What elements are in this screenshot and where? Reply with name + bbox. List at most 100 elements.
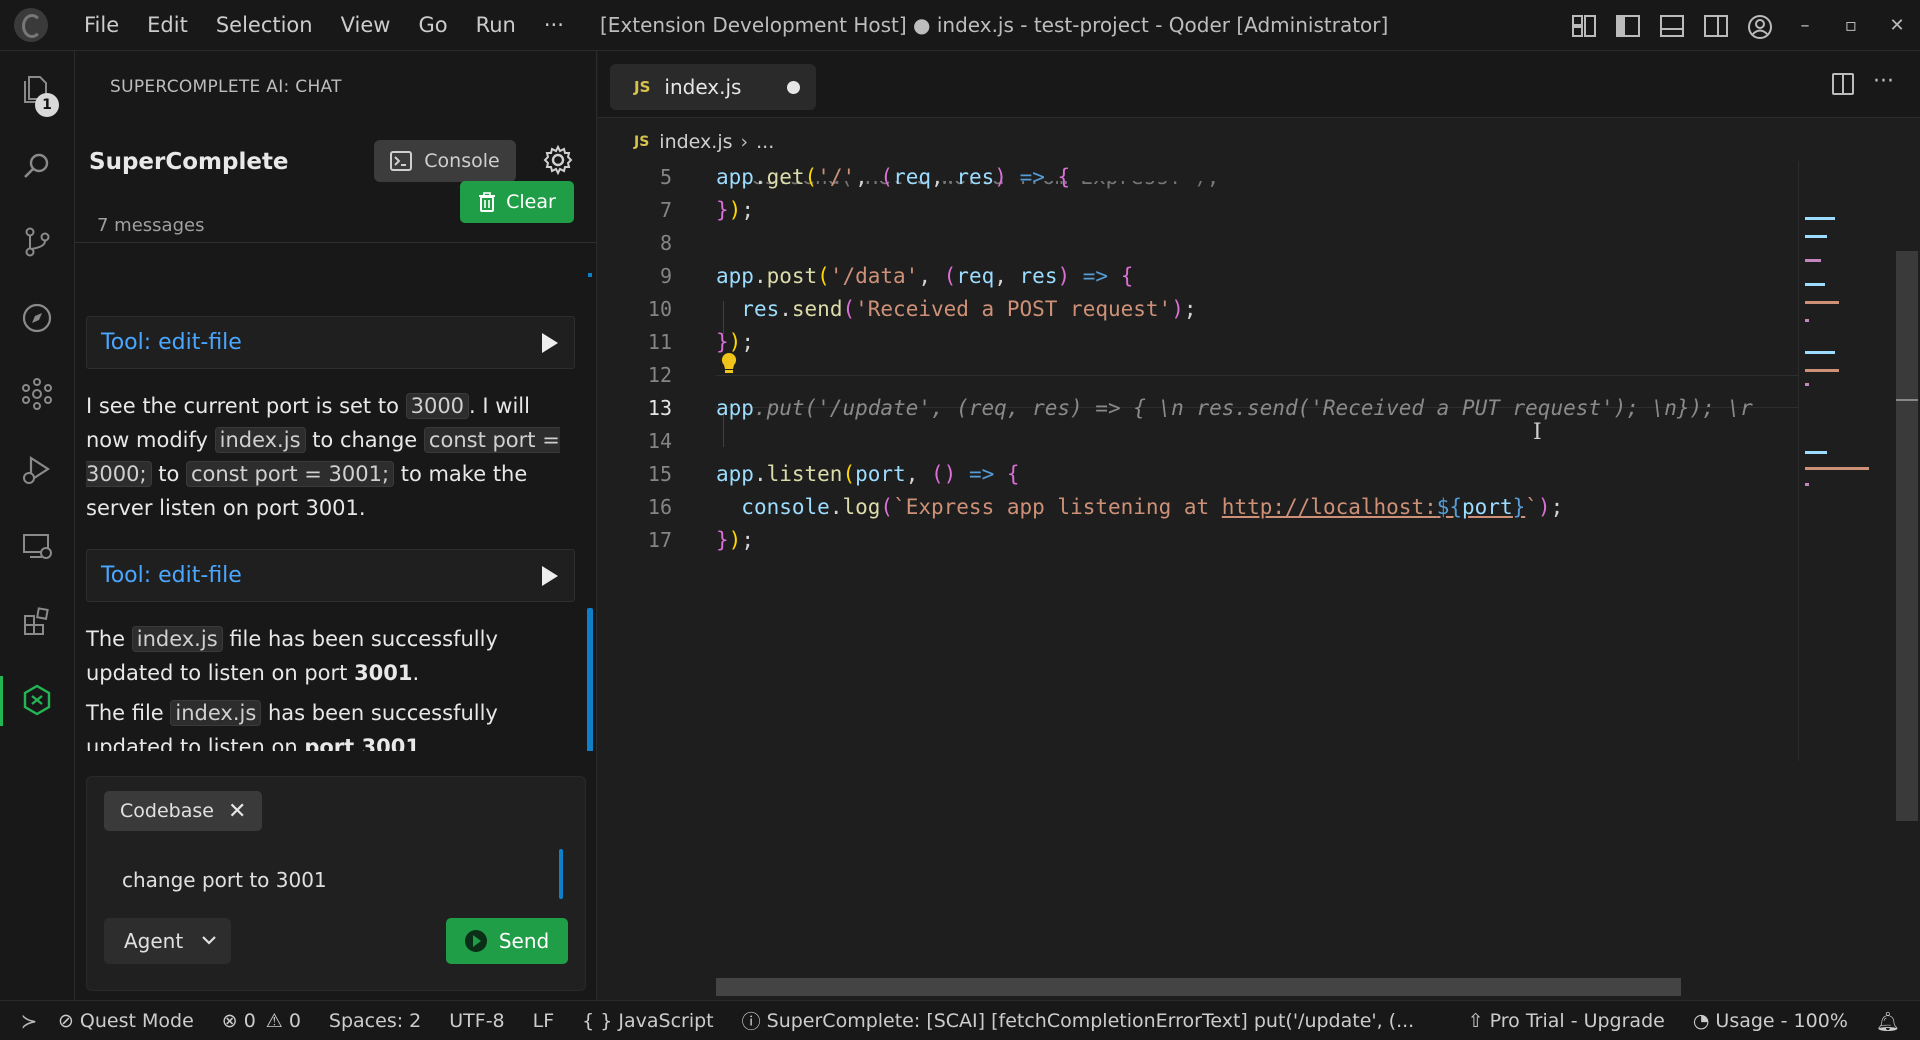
tool-call-row[interactable]: Tool: edit-file — [86, 549, 575, 602]
customize-layout-icon[interactable] — [1571, 14, 1597, 38]
supercomplete-icon[interactable] — [20, 683, 54, 717]
status-quest-mode[interactable]: ⊘ Quest Mode — [58, 1010, 194, 1032]
assistant-message: The file index.js has been successfully … — [86, 696, 575, 751]
more-actions-icon[interactable]: ··· — [1873, 69, 1894, 94]
input-scrollbar — [559, 849, 563, 899]
minimap-line — [1805, 217, 1835, 220]
code-text-with-ghost-suggestion: app.put('/update', (req, res) => { \n re… — [716, 396, 1753, 420]
console-button[interactable]: Console — [374, 140, 516, 182]
menu-file[interactable]: File — [70, 0, 133, 51]
split-editor-icon[interactable] — [1832, 73, 1854, 95]
account-icon[interactable] — [1747, 14, 1773, 39]
trash-icon — [479, 192, 496, 212]
javascript-file-icon: JS — [634, 78, 651, 96]
line-number: 9 — [659, 264, 672, 288]
status-pro-trial[interactable]: ⇧ Pro Trial - Upgrade — [1468, 1010, 1665, 1032]
status-eol[interactable]: LF — [533, 1010, 555, 1032]
remote-explorer-icon[interactable] — [20, 529, 54, 563]
breadcrumb-symbol[interactable]: ... — [756, 131, 774, 153]
inline-code: index.js — [131, 626, 223, 652]
tab-index-js[interactable]: JS index.js — [610, 64, 816, 110]
status-language-label: JavaScript — [618, 1009, 714, 1032]
tool-call-label[interactable]: Tool: edit-file — [101, 563, 242, 588]
breadcrumb-file[interactable]: index.js — [659, 131, 732, 153]
minimize-button[interactable]: – — [1782, 15, 1828, 36]
explorer-badge: 1 — [35, 93, 59, 117]
code-line: 8 — [598, 227, 1798, 260]
source-control-icon[interactable] — [20, 225, 54, 259]
compass-icon[interactable] — [20, 301, 54, 335]
text-cursor-icon: I — [1533, 420, 1542, 445]
restore-button[interactable]: ▫ — [1828, 15, 1874, 36]
chat-messages[interactable]: Tool: edit-file I see the current port i… — [75, 263, 596, 751]
lightbulb-icon[interactable] — [719, 351, 739, 377]
chevron-right-icon: › — [740, 131, 749, 153]
tool-call-label[interactable]: Tool: edit-file — [101, 330, 242, 355]
status-usage[interactable]: ◔ Usage - 100% — [1693, 1010, 1848, 1032]
terminal-icon — [390, 151, 413, 171]
menu-selection[interactable]: Selection — [202, 0, 327, 51]
menu-view[interactable]: View — [327, 0, 405, 51]
javascript-file-icon: JS — [634, 134, 650, 150]
inline-code: const port = 3001; — [185, 461, 395, 487]
toggle-panel-icon[interactable] — [1659, 14, 1685, 38]
gear-icon[interactable] — [542, 144, 574, 176]
app-logo-icon — [14, 8, 48, 42]
clear-button[interactable]: Clear — [460, 181, 574, 223]
status-usage-label: Usage - 100% — [1715, 1010, 1848, 1032]
error-icon: ⊗ — [221, 1009, 238, 1032]
title-actions: – ▫ ✕ — [1562, 0, 1920, 51]
assistant-message: I see the current port is set to 3000. I… — [86, 389, 575, 525]
line-number: 15 — [647, 462, 672, 486]
vertical-scrollbar[interactable] — [1896, 251, 1918, 821]
remote-indicator-icon[interactable]: ≻ — [0, 1001, 58, 1040]
send-button[interactable]: Send — [446, 918, 568, 964]
title-bar: File Edit Selection View Go Run ··· [Ext… — [0, 0, 1920, 51]
compass-icon: ⊘ — [58, 1009, 74, 1032]
run-debug-icon[interactable] — [20, 453, 54, 487]
tool-call-row[interactable]: Tool: edit-file — [86, 316, 575, 369]
line-number: 16 — [647, 495, 672, 519]
menu-go[interactable]: Go — [404, 0, 461, 51]
code-line: 17 }); — [598, 524, 1798, 557]
prompt-input[interactable] — [122, 865, 542, 895]
close-icon[interactable]: ✕ — [228, 799, 246, 824]
toggle-primary-sidebar-icon[interactable] — [1615, 14, 1641, 38]
search-icon[interactable] — [20, 149, 54, 183]
chat-scroll-marker — [588, 273, 592, 277]
expand-play-icon[interactable] — [542, 333, 558, 353]
message-bold: 3001 — [354, 661, 413, 685]
status-supercomplete[interactable]: ⓘ SuperComplete: [SCAI] [fetchCompletion… — [742, 1007, 1415, 1034]
minimap-line — [1805, 235, 1827, 238]
mode-select[interactable]: Agent — [104, 918, 231, 964]
inline-code: index.js — [214, 427, 306, 453]
code-text: }); — [716, 198, 754, 222]
extensions-icon[interactable] — [20, 605, 54, 639]
menu-edit[interactable]: Edit — [133, 0, 202, 51]
clear-button-label: Clear — [506, 191, 556, 213]
status-encoding[interactable]: UTF-8 — [449, 1010, 504, 1032]
breadcrumb: JS index.js › ... — [634, 127, 774, 157]
toggle-secondary-sidebar-icon[interactable] — [1703, 14, 1729, 38]
expand-play-icon[interactable] — [542, 566, 558, 586]
chat-scrollbar[interactable] — [587, 608, 593, 751]
menu-more[interactable]: ··· — [530, 0, 578, 51]
context-chip[interactable]: Codebase ✕ — [104, 791, 262, 831]
unsaved-dot-icon[interactable] — [787, 81, 800, 94]
message-text: . — [419, 735, 427, 751]
close-button[interactable]: ✕ — [1874, 15, 1920, 36]
notifications-bell-icon[interactable]: 🔔︎ — [1876, 1010, 1900, 1033]
upgrade-arrow-icon: ⇧ — [1467, 1010, 1484, 1032]
graph-icon[interactable] — [20, 377, 54, 411]
window-title: [Extension Development Host] ● index.js … — [600, 13, 1389, 37]
status-indentation[interactable]: Spaces: 2 — [329, 1010, 421, 1032]
horizontal-scrollbar[interactable] — [716, 978, 1681, 996]
minimap[interactable] — [1798, 161, 1888, 761]
status-problems[interactable]: ⊗ 0 ⚠ 0 — [222, 1010, 301, 1032]
send-icon — [464, 930, 487, 952]
status-quest-mode-label: Quest Mode — [79, 1009, 194, 1032]
status-error-count: 0 — [243, 1009, 256, 1032]
code-editor[interactable]: res.send('Hello World from Express!'); 5… — [598, 161, 1798, 841]
menu-run[interactable]: Run — [462, 0, 530, 51]
status-language[interactable]: { } JavaScript — [582, 1010, 713, 1032]
